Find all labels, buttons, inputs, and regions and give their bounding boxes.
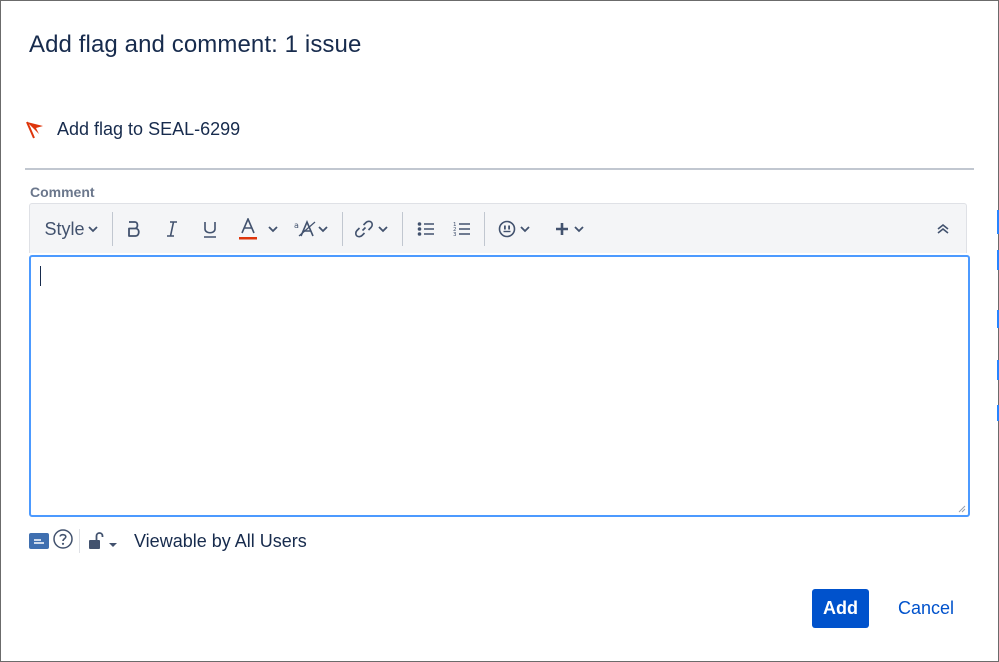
text-size-icon: a bbox=[294, 220, 316, 237]
comment-editor[interactable] bbox=[29, 255, 970, 517]
chevron-down-icon bbox=[268, 226, 278, 233]
unlock-icon bbox=[89, 532, 104, 549]
toolbar-separator bbox=[402, 212, 403, 246]
link-icon bbox=[355, 220, 373, 238]
plus-icon bbox=[556, 223, 568, 235]
underline-button[interactable] bbox=[196, 204, 224, 254]
help-icon[interactable] bbox=[53, 528, 73, 554]
divider bbox=[25, 168, 974, 170]
caret-down-icon bbox=[109, 543, 117, 547]
visibility-label: Viewable by All Users bbox=[134, 530, 307, 551]
cancel-link[interactable]: Cancel bbox=[898, 598, 954, 619]
link-button[interactable] bbox=[350, 204, 392, 254]
text-color-button[interactable] bbox=[234, 204, 262, 254]
double-chevron-up-icon bbox=[937, 223, 949, 234]
italic-button[interactable] bbox=[158, 204, 186, 254]
emoticon-icon bbox=[498, 220, 516, 238]
bold-icon bbox=[128, 221, 140, 237]
dialog-title: Add flag and comment: 1 issue bbox=[29, 31, 362, 58]
collapse-toolbar-button[interactable] bbox=[928, 204, 958, 254]
editor-footer-tools: Viewable by All Users bbox=[29, 528, 307, 554]
text-caret bbox=[40, 266, 41, 286]
text-size-button[interactable]: a bbox=[290, 204, 332, 254]
bullet-list-icon bbox=[417, 222, 434, 236]
toolbar-separator bbox=[484, 212, 485, 246]
add-button[interactable]: Add bbox=[812, 589, 869, 628]
editor-toolbar: Style a 1 2 3 bbox=[29, 203, 967, 253]
resize-grip-icon[interactable] bbox=[958, 505, 966, 513]
emoticon-button[interactable] bbox=[494, 204, 534, 254]
flag-row: Add flag to SEAL-6299 bbox=[25, 119, 240, 140]
italic-icon bbox=[167, 221, 177, 237]
bold-button[interactable] bbox=[120, 204, 148, 254]
svg-text:a: a bbox=[294, 221, 299, 230]
text-color-menu-button[interactable] bbox=[264, 204, 282, 254]
underline-icon bbox=[204, 222, 216, 238]
flag-label: Add flag to SEAL-6299 bbox=[57, 119, 241, 139]
toolbar-separator bbox=[112, 212, 113, 246]
chevron-down-icon bbox=[378, 226, 388, 233]
insert-more-button[interactable] bbox=[548, 204, 590, 254]
chevron-down-icon bbox=[318, 226, 328, 233]
text-color-icon bbox=[239, 218, 257, 240]
bullet-list-button[interactable] bbox=[412, 204, 440, 254]
text-mode-icon[interactable] bbox=[29, 533, 49, 549]
comment-label: Comment bbox=[30, 184, 95, 200]
numbered-list-icon: 1 2 3 bbox=[453, 222, 470, 237]
numbered-list-button[interactable]: 1 2 3 bbox=[448, 204, 476, 254]
toolbar-separator bbox=[342, 212, 343, 246]
visibility-dropdown-button[interactable] bbox=[88, 531, 118, 551]
chevron-down-icon bbox=[520, 226, 530, 233]
flag-icon bbox=[25, 120, 45, 140]
chevron-down-icon bbox=[574, 226, 584, 233]
svg-text:3: 3 bbox=[453, 232, 457, 237]
footer-separator bbox=[79, 529, 80, 553]
add-flag-comment-dialog: Add flag and comment: 1 issue Add flag t… bbox=[0, 0, 999, 662]
chevron-down-icon bbox=[87, 226, 98, 233]
style-label: Style bbox=[44, 218, 85, 239]
style-dropdown-button[interactable]: Style bbox=[40, 204, 102, 254]
